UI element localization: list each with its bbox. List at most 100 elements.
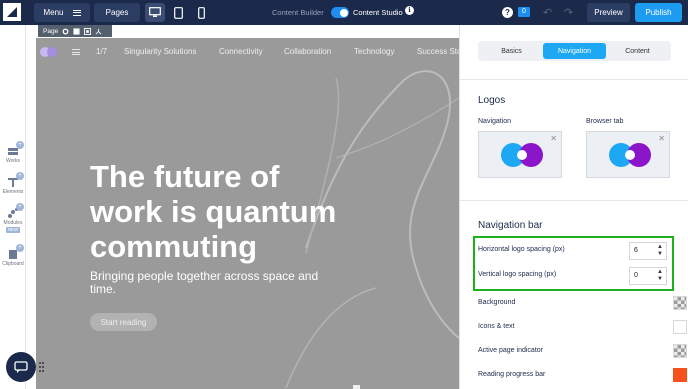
background-row: Background xyxy=(478,295,687,313)
icons-text-label: Icons & text xyxy=(478,323,515,330)
new-badge: NEW xyxy=(6,227,20,233)
undo-icon[interactable]: ↶ xyxy=(543,6,552,19)
navigation-logo-preview xyxy=(501,143,543,167)
vertical-spacing-stepper[interactable]: 0 ▲ ▼ xyxy=(629,267,667,285)
settings-icon[interactable] xyxy=(62,28,69,35)
page-tag-label: Page xyxy=(43,27,59,35)
page-square-icon[interactable] xyxy=(73,27,80,35)
drag-handle-icon[interactable] xyxy=(39,362,44,372)
horizontal-spacing-value: 6 xyxy=(634,247,638,254)
stepper-arrows-icon[interactable]: ▲ ▼ xyxy=(657,269,663,283)
menu-label: Menu xyxy=(43,8,64,17)
site-menu-icon[interactable] xyxy=(72,49,80,55)
vertical-spacing-row: Vertical logo spacing (px) 0 ▲ ▼ xyxy=(478,267,671,285)
mobile-view-icon[interactable] xyxy=(191,3,211,22)
app-logo[interactable] xyxy=(3,3,21,21)
remove-icon[interactable]: ✕ xyxy=(658,134,665,143)
icons-text-color-swatch[interactable] xyxy=(673,320,687,334)
tab-basics[interactable]: Basics xyxy=(480,43,543,59)
page-canvas[interactable]: 1/7 Singularity Solutions Connectivity C… xyxy=(36,38,459,389)
chat-button[interactable] xyxy=(6,352,36,382)
settings-panel: Basics Navigation Content Logos Navigati… xyxy=(459,25,688,389)
redo-icon[interactable]: ↷ xyxy=(564,6,573,19)
site-nav-bar: 1/7 Singularity Solutions Connectivity C… xyxy=(36,38,459,65)
clipboard-icon: + xyxy=(8,244,24,259)
add-icon: + xyxy=(16,141,24,149)
nav-link[interactable]: Technology xyxy=(354,47,394,56)
nav-link[interactable]: Singularity Solutions xyxy=(124,47,196,56)
progress-bar-label: Reading progress bar xyxy=(478,371,546,378)
background-color-swatch[interactable] xyxy=(673,296,687,310)
pages-button[interactable]: Pages xyxy=(94,3,140,22)
browser-tab-logo-label: Browser tab xyxy=(586,118,624,125)
active-indicator-row: Active page indicator xyxy=(478,343,687,361)
add-icon: + xyxy=(16,244,24,252)
content-studio-label[interactable]: Content Studio xyxy=(353,8,403,17)
add-icon: + xyxy=(16,172,24,180)
preview-button[interactable]: Preview xyxy=(587,3,630,22)
logos-section-title: Logos xyxy=(478,95,506,106)
browser-tab-logo-upload[interactable]: ✕ xyxy=(586,131,670,178)
page-layout-icon[interactable] xyxy=(84,27,92,35)
notification-badge[interactable]: 0 xyxy=(518,7,530,17)
horizontal-spacing-row: Horizontal logo spacing (px) 6 ▲ ▼ xyxy=(478,242,671,260)
navigation-logo-upload[interactable]: ✕ xyxy=(478,131,562,178)
nav-link[interactable]: Connectivity xyxy=(219,47,263,56)
rail-label-works: Works xyxy=(5,158,21,164)
divider xyxy=(460,79,688,80)
tab-content[interactable]: Content xyxy=(606,43,669,59)
horizontal-spacing-label: Horizontal logo spacing (px) xyxy=(478,246,565,253)
rail-label-modules: Modules xyxy=(3,220,23,226)
modules-icon: + xyxy=(8,203,24,218)
hero-subtitle: Bringing people together across space an… xyxy=(90,269,319,296)
panel-tabs: Basics Navigation Content xyxy=(478,41,671,61)
rail-label-elements: Elements xyxy=(2,189,24,195)
remove-icon[interactable]: ✕ xyxy=(550,134,557,143)
top-bar: Menu Pages Content Builder Content Studi… xyxy=(0,0,688,25)
divider xyxy=(460,200,688,201)
horizontal-spacing-stepper[interactable]: 6 ▲ ▼ xyxy=(629,242,667,260)
icons-text-row: Icons & text xyxy=(478,319,687,337)
site-logo-icon[interactable] xyxy=(39,46,59,58)
add-icon: + xyxy=(16,203,24,211)
rail-item-clipboard[interactable]: + Clipboard xyxy=(0,244,26,267)
help-icon[interactable]: ? xyxy=(502,7,513,18)
menu-button[interactable]: Menu xyxy=(34,3,90,22)
rail-item-modules[interactable]: + Modules NEW xyxy=(0,203,26,233)
hero-title: The future of work is quantum commuting xyxy=(90,159,337,264)
navigation-logo-label: Navigation xyxy=(478,118,512,125)
page-toolbar: Page xyxy=(38,25,112,37)
pages-label: Pages xyxy=(105,8,129,17)
navigation-bar-section-title: Navigation bar xyxy=(478,220,543,231)
rail-label-clipboard: Clipboard xyxy=(2,261,24,267)
progress-bar-color-swatch[interactable] xyxy=(673,368,687,382)
vertical-spacing-value: 0 xyxy=(634,272,638,279)
preview-label: Preview xyxy=(594,8,623,17)
publish-button[interactable]: Publish xyxy=(635,3,682,22)
browser-tab-logo-preview xyxy=(609,143,651,167)
desktop-view-icon[interactable] xyxy=(145,3,165,22)
nav-link[interactable]: Collaboration xyxy=(284,47,331,56)
rail-item-works[interactable]: + Works xyxy=(0,141,26,164)
stepper-arrows-icon[interactable]: ▲ ▼ xyxy=(657,244,663,258)
start-reading-button[interactable]: Start reading xyxy=(90,313,157,331)
active-indicator-color-swatch[interactable] xyxy=(673,344,687,358)
start-reading-label: Start reading xyxy=(100,317,147,327)
hamburger-icon xyxy=(72,9,81,16)
chat-icon xyxy=(14,360,28,373)
publish-label: Publish xyxy=(645,8,672,17)
scroll-marker xyxy=(353,385,360,389)
page-counter: 1/7 xyxy=(96,47,108,56)
elements-icon: + xyxy=(8,172,24,187)
works-icon: + xyxy=(8,141,24,156)
tablet-view-icon[interactable] xyxy=(168,3,188,22)
nav-link[interactable]: Success Sto xyxy=(417,47,459,56)
page-tree-icon[interactable] xyxy=(95,28,102,35)
info-icon[interactable]: i xyxy=(405,6,414,15)
progress-bar-row: Reading progress bar xyxy=(478,367,687,385)
rail-item-elements[interactable]: + Elements xyxy=(0,172,26,195)
left-rail: + Works + Elements + Modules NEW + Clipb… xyxy=(0,25,26,389)
builder-mode-toggle[interactable] xyxy=(331,7,349,18)
content-builder-label[interactable]: Content Builder xyxy=(272,8,324,17)
tab-navigation[interactable]: Navigation xyxy=(543,43,606,59)
